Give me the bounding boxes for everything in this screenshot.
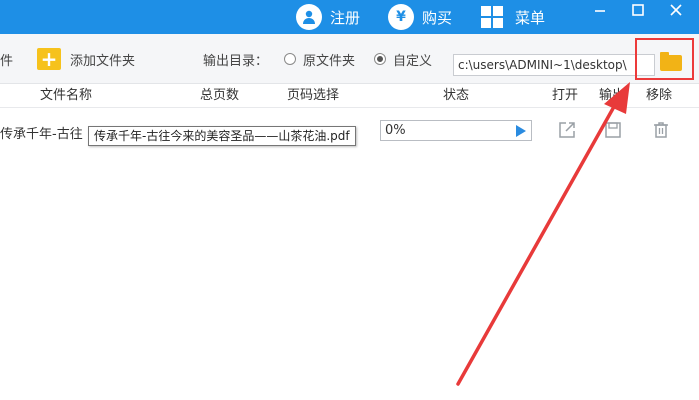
register-label: 注册 [330,8,361,27]
title-bar: 注册 ¥ 购买 菜单 [0,0,699,34]
radio-icon [284,53,296,65]
radio-selected-icon [374,53,386,65]
add-file-button[interactable]: 件 [0,34,13,84]
col-page-select[interactable]: 页码选择 [287,84,339,108]
radio-original-folder[interactable]: 原文件夹 [284,34,355,84]
add-folder-button[interactable]: + 添加文件夹 [37,34,135,84]
col-output[interactable]: 输出 [599,84,625,108]
register-button[interactable]: 注册 [296,0,360,34]
radio-original-label: 原文件夹 [303,53,356,69]
buy-label: 购买 [422,8,453,27]
col-open[interactable]: 打开 [552,84,578,108]
save-icon[interactable] [603,120,623,140]
user-icon [296,4,322,30]
radio-custom[interactable]: 自定义 [374,34,432,84]
minimize-button[interactable] [587,0,613,20]
plus-icon: + [37,48,61,70]
radio-custom-label: 自定义 [393,53,433,69]
folder-icon [660,52,682,71]
col-remove[interactable]: 移除 [646,84,672,108]
file-name-tooltip: 传承千年-古往今来的美容圣品——山茶花油.pdf [88,126,356,146]
col-total-pages[interactable]: 总页数 [200,84,239,108]
table-header: 文件名称 总页数 页码选择 状态 打开 输出 移除 [0,84,699,108]
col-file-name[interactable]: 文件名称 [40,84,92,108]
add-file-label: 件 [0,53,14,69]
trash-icon[interactable] [651,120,671,140]
play-icon[interactable] [516,125,526,137]
output-dir-label: 输出目录： [203,34,268,84]
yen-icon: ¥ [388,4,414,30]
status-progress: 0% [380,120,532,141]
buy-button[interactable]: ¥ 购买 [388,0,452,34]
progress-text: 0% [385,123,406,138]
output-path-input[interactable]: c:\users\ADMINI~1\desktop\ [453,54,655,76]
grid-icon [481,6,503,28]
output-dir-text: 输出目录： [203,53,269,69]
open-icon[interactable] [557,120,577,140]
row-file-name: 传承千年-古往 [0,127,83,142]
add-folder-label: 添加文件夹 [70,53,136,69]
col-status[interactable]: 状态 [443,84,469,108]
maximize-button[interactable] [625,0,651,20]
close-button[interactable] [663,0,689,20]
menu-label: 菜单 [515,8,546,27]
menu-button[interactable]: 菜单 [481,0,545,34]
browse-folder-button[interactable] [655,50,687,76]
